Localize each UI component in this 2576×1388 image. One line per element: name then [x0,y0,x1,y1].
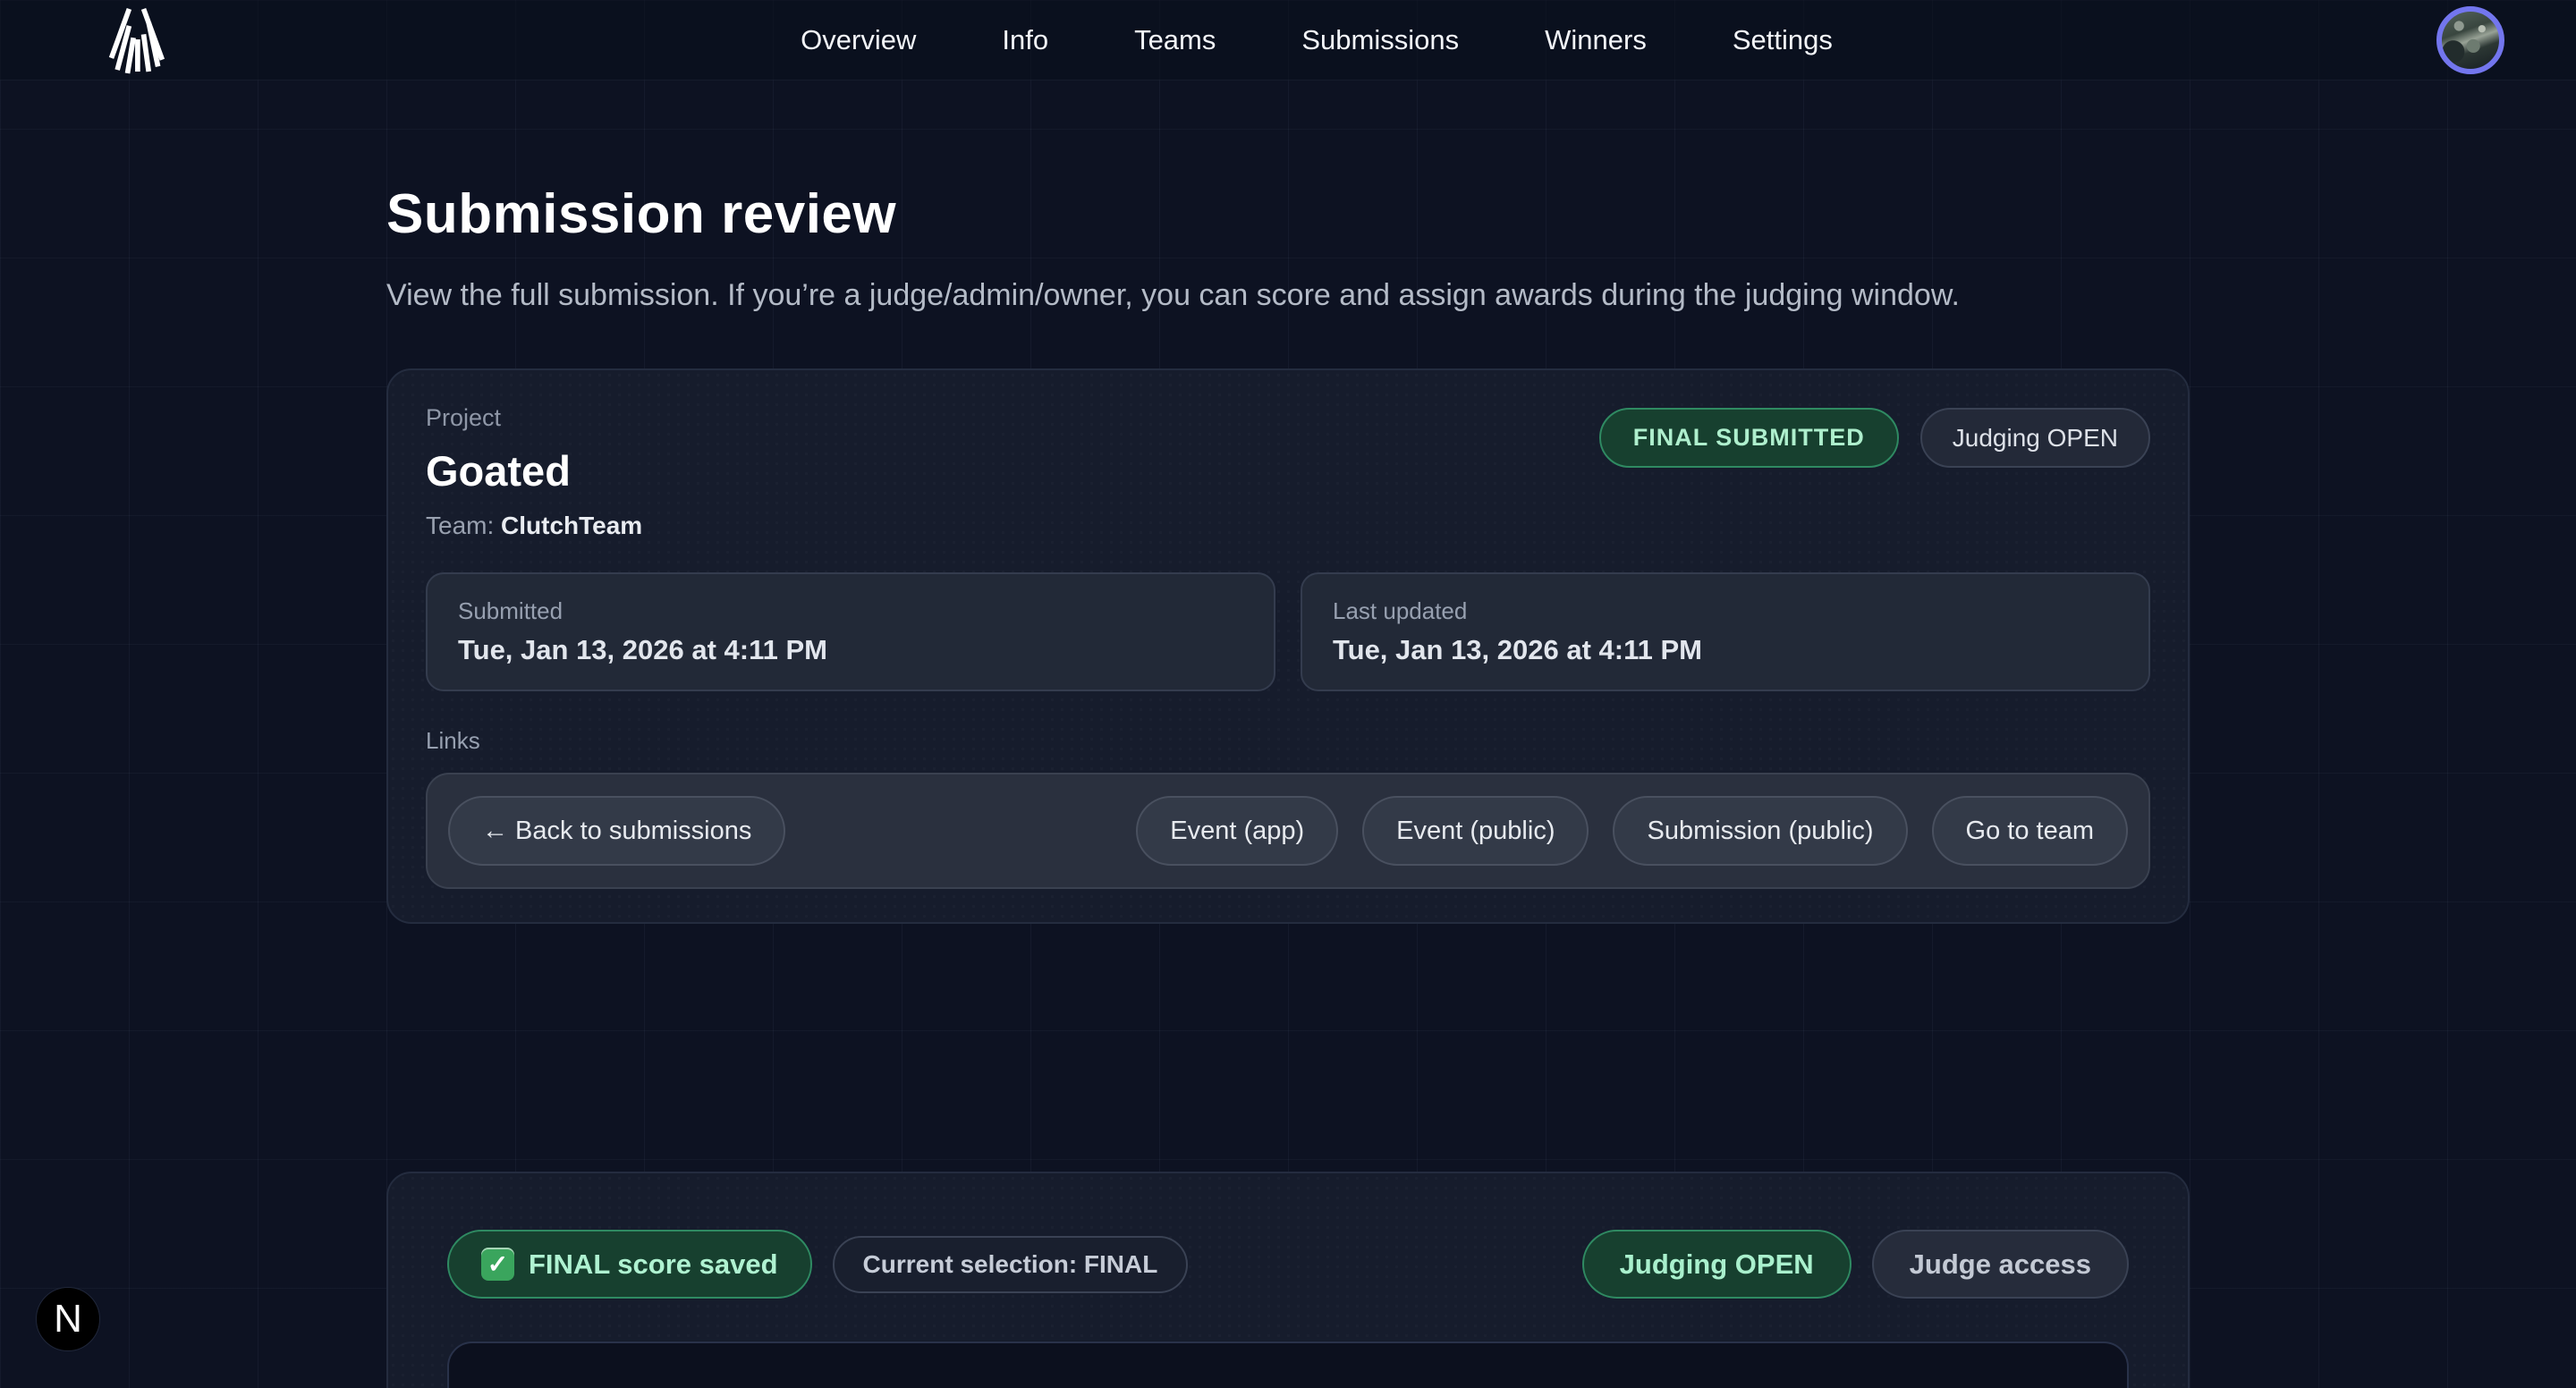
last-updated-value: Tue, Jan 13, 2026 at 4:11 PM [1333,634,2118,666]
links-right-group: Event (app) Event (public) Submission (p… [1136,796,2128,866]
nav-item-overview[interactable]: Overview [801,24,916,56]
project-identity: Project Goated Team: ClutchTeam [426,404,642,540]
nav-item-winners[interactable]: Winners [1545,24,1647,56]
nav-item-submissions[interactable]: Submissions [1301,24,1459,56]
back-to-submissions-button[interactable]: ← Back to submissions [448,796,785,866]
judging-status-group: Judging OPEN Judge access [1582,1230,2129,1299]
fan-lines-logo-icon [104,5,168,75]
score-saved-text: FINAL score saved [529,1248,778,1281]
event-app-button[interactable]: Event (app) [1136,796,1338,866]
check-icon: ✓ [481,1248,514,1281]
nav-item-info[interactable]: Info [1002,24,1048,56]
judge-access-badge[interactable]: Judge access [1872,1230,2129,1299]
event-public-button[interactable]: Event (public) [1362,796,1589,866]
final-submitted-badge: FINAL SUBMITTED [1599,408,1899,468]
page-subtitle: View the full submission. If you’re a ju… [386,278,2190,313]
last-updated-label: Last updated [1333,597,2118,625]
project-label: Project [426,404,642,432]
judging-open-badge-green: Judging OPEN [1582,1230,1852,1299]
links-bar: ← Back to submissions Event (app) Event … [426,773,2150,889]
submitted-box: Submitted Tue, Jan 13, 2026 at 4:11 PM [426,572,1275,691]
brand-logo[interactable] [104,5,168,75]
timestamps-row: Submitted Tue, Jan 13, 2026 at 4:11 PM L… [426,572,2150,691]
team-line: Team: ClutchTeam [426,512,642,540]
status-badges: FINAL SUBMITTED Judging OPEN [1599,408,2150,468]
team-label: Team: [426,512,494,539]
nav-item-teams[interactable]: Teams [1134,24,1216,56]
nav-item-settings[interactable]: Settings [1733,24,1833,56]
user-avatar[interactable] [2436,6,2504,74]
scoring-links-panel: Links [447,1341,2129,1388]
scoring-card: ✓ FINAL score saved Current selection: F… [386,1172,2190,1388]
main-content: Submission review View the full submissi… [386,182,2190,1388]
score-status-group: ✓ FINAL score saved Current selection: F… [447,1230,1188,1299]
go-to-team-button[interactable]: Go to team [1932,796,2128,866]
team-name: ClutchTeam [501,512,642,539]
submitted-value: Tue, Jan 13, 2026 at 4:11 PM [458,634,1243,666]
submitted-label: Submitted [458,597,1243,625]
project-name: Goated [426,446,642,495]
page-title: Submission review [386,182,2190,246]
nextjs-dev-indicator[interactable]: N [36,1287,100,1351]
submission-public-button[interactable]: Submission (public) [1613,796,1907,866]
nav-links: Overview Info Teams Submissions Winners … [801,24,1833,56]
judging-open-badge: Judging OPEN [1920,408,2150,468]
current-selection-badge: Current selection: FINAL [833,1236,1189,1293]
last-updated-box: Last updated Tue, Jan 13, 2026 at 4:11 P… [1301,572,2150,691]
project-card: Project Goated Team: ClutchTeam FINAL SU… [386,368,2190,924]
links-label: Links [426,727,2150,755]
final-score-saved-badge: ✓ FINAL score saved [447,1230,812,1299]
top-navigation: Overview Info Teams Submissions Winners … [0,0,2576,80]
